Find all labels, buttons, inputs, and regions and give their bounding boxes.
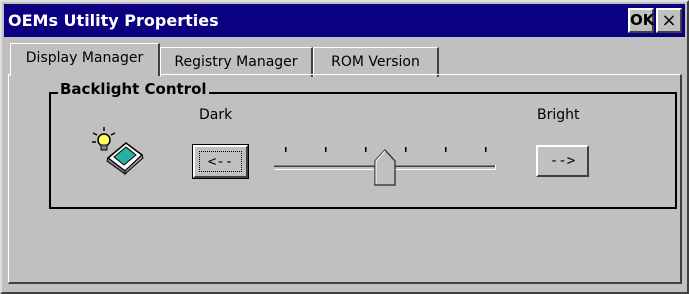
slider-tick (365, 147, 367, 152)
window-title: OEMs Utility Properties (8, 11, 219, 30)
slider-tick (445, 147, 447, 152)
dark-label: Dark (199, 107, 233, 123)
slider-thumb[interactable] (374, 148, 396, 186)
slider-tick (285, 147, 287, 152)
tab-display-manager[interactable]: Display Manager (10, 43, 160, 76)
decrease-label: <-- (199, 151, 242, 172)
tab-registry-manager[interactable]: Registry Manager (160, 47, 313, 77)
backlight-group-label: Backlight Control (58, 80, 209, 98)
backlight-lightbulb-device-icon (88, 125, 148, 176)
tab-rom-version[interactable]: ROM Version (313, 47, 439, 77)
brightness-slider[interactable] (270, 145, 500, 190)
tab-label: Registry Manager (174, 54, 298, 70)
tab-label: Display Manager (25, 50, 144, 66)
slider-tick (485, 147, 487, 152)
increase-brightness-button[interactable]: --> (536, 145, 589, 177)
ok-button[interactable]: OK (628, 8, 654, 33)
tab-label: ROM Version (331, 54, 420, 70)
slider-tick (405, 147, 407, 152)
bright-label: Bright (537, 107, 580, 123)
decrease-brightness-button[interactable]: <-- (192, 144, 249, 179)
slider-tick (325, 147, 327, 152)
title-bar[interactable]: OEMs Utility Properties OK × (4, 4, 685, 37)
close-button[interactable]: × (656, 8, 682, 33)
